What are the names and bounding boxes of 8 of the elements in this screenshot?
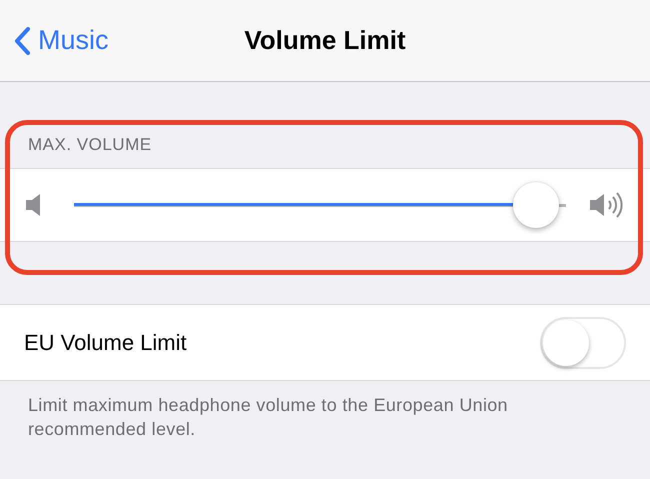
footer-note: Limit maximum headphone volume to the European Union recommended level. bbox=[28, 394, 509, 441]
chevron-left-icon bbox=[14, 26, 30, 54]
setting-label: EU Volume Limit bbox=[24, 330, 188, 356]
section-header: MAX. VOLUME bbox=[28, 135, 153, 156]
back-button[interactable]: Music bbox=[14, 25, 109, 56]
toggle-switch[interactable] bbox=[540, 316, 626, 368]
screen-title: Volume Limit bbox=[244, 25, 406, 56]
slider-thumb[interactable] bbox=[513, 182, 560, 228]
